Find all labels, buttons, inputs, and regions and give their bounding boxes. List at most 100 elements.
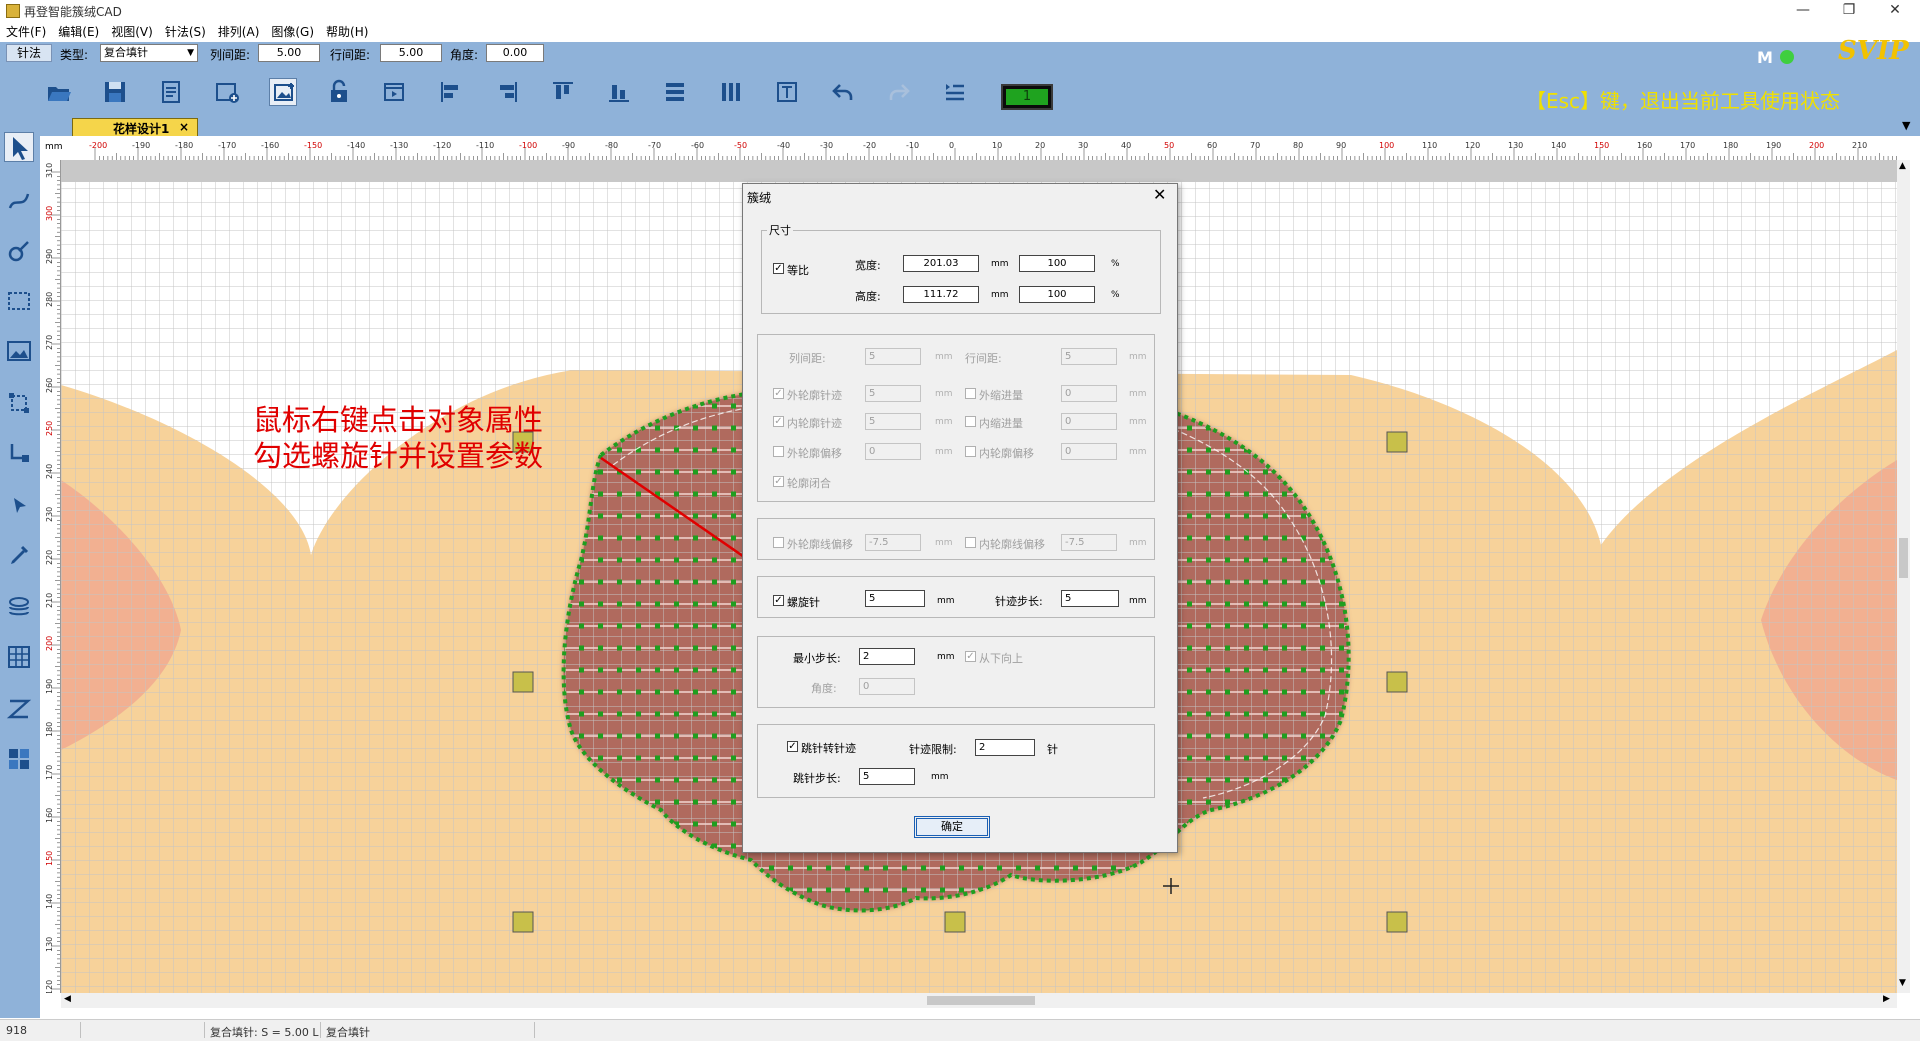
stitch-limit-unit: 针: [1047, 743, 1058, 756]
close-window-button[interactable]: ✕: [1872, 0, 1918, 22]
row-spacing-input[interactable]: 5.00: [380, 44, 442, 62]
ruler-label: 170: [1680, 141, 1695, 150]
new-window-icon[interactable]: [213, 78, 241, 106]
lock-icon[interactable]: [325, 78, 353, 106]
redo-icon[interactable]: [885, 78, 913, 106]
stitch-tab[interactable]: 针法: [6, 44, 52, 62]
vertical-scrollbar[interactable]: ▲ ▼: [1897, 160, 1910, 993]
document-icon[interactable]: [157, 78, 185, 106]
eyedropper-icon[interactable]: [4, 540, 34, 570]
jump-to-stitch-checkbox[interactable]: ✓: [787, 741, 798, 752]
width-input[interactable]: 201.03: [903, 255, 979, 272]
align-right-icon[interactable]: [493, 78, 521, 106]
minimize-button[interactable]: —: [1780, 0, 1826, 22]
angle-input[interactable]: 0.00: [486, 44, 544, 62]
transform-icon[interactable]: [4, 388, 34, 418]
window-title: 再登智能簇绒CAD: [24, 5, 122, 19]
horizontal-scrollbar[interactable]: ◀ ▶: [61, 993, 1897, 1008]
spiral-stitch-input[interactable]: 5: [865, 590, 925, 607]
ruler-label: -100: [519, 141, 537, 150]
stitch-step-input[interactable]: 5: [1061, 590, 1119, 607]
undo-icon[interactable]: [829, 78, 857, 106]
height-unit: mm: [991, 290, 1009, 300]
height-percent-input[interactable]: 100: [1019, 286, 1095, 303]
ruler-label: 180: [45, 722, 54, 737]
scroll-left-icon[interactable]: ◀: [64, 994, 71, 1004]
scroll-up-icon[interactable]: ▲: [1899, 161, 1906, 171]
restore-button[interactable]: ❐: [1826, 0, 1872, 22]
menu-image[interactable]: 图像(G): [265, 22, 320, 42]
stitch-type-select[interactable]: 复合填针 ▼: [100, 44, 198, 62]
blocks-icon[interactable]: [4, 744, 34, 774]
align-bottom-icon[interactable]: [605, 78, 633, 106]
align-top-icon[interactable]: [549, 78, 577, 106]
dialog-close-icon[interactable]: ✕: [1153, 185, 1166, 204]
curve-icon[interactable]: [4, 184, 34, 214]
annotation-line-2: 勾选螺旋针并设置参数: [253, 439, 544, 473]
text-icon[interactable]: [773, 78, 801, 106]
status-coord: 918: [6, 1024, 27, 1037]
video-icon[interactable]: [381, 78, 409, 106]
ruler-label: 210: [1852, 141, 1867, 150]
ruler-label: 180: [1723, 141, 1738, 150]
node-edit-icon[interactable]: [4, 236, 34, 266]
menu-view[interactable]: 视图(V): [105, 22, 159, 42]
tab-dropdown-icon[interactable]: ▼: [1902, 119, 1910, 132]
selection-handle[interactable]: [944, 911, 966, 933]
list-settings-icon[interactable]: [941, 78, 969, 106]
select-arrow-icon[interactable]: [4, 132, 34, 162]
ok-button[interactable]: 确定: [914, 816, 990, 838]
inner-line-offset-label: 内轮廓线偏移: [979, 538, 1045, 551]
menu-help[interactable]: 帮助(H): [320, 22, 374, 42]
tab-pattern-design[interactable]: 花样设计1 ×: [72, 118, 198, 136]
inner-contour-checkbox: ✓: [773, 416, 784, 427]
vertical-scroll-thumb[interactable]: [1899, 538, 1908, 578]
width-percent-input[interactable]: 100: [1019, 255, 1095, 272]
inner-line-offset-checkbox: [965, 537, 976, 548]
inner-shrink-label: 内缩进量: [979, 417, 1023, 430]
pointer-icon[interactable]: [4, 490, 34, 520]
selection-handle[interactable]: [512, 911, 534, 933]
close-tab-icon[interactable]: ×: [179, 120, 189, 134]
ruler-label: 40: [1121, 141, 1131, 150]
selection-handle[interactable]: [1386, 431, 1408, 453]
marquee-select-icon[interactable]: [4, 286, 34, 316]
col-spacing-label: 列间距:: [789, 352, 826, 365]
ruler-label: 60: [1207, 141, 1217, 150]
annotation-line-1: 鼠标右键点击对象属性: [253, 403, 544, 437]
connector-icon[interactable]: [4, 438, 34, 468]
menu-edit[interactable]: 编辑(E): [52, 22, 105, 42]
layers-icon[interactable]: [4, 592, 34, 622]
save-icon[interactable]: [101, 78, 129, 106]
horizontal-scroll-thumb[interactable]: [927, 996, 1035, 1005]
image-import-icon[interactable]: [269, 78, 297, 106]
stitch-limit-input[interactable]: 2: [975, 739, 1035, 756]
inner-contour-input: 5: [865, 413, 921, 430]
open-folder-icon[interactable]: [45, 78, 73, 106]
selection-handle[interactable]: [512, 671, 534, 693]
proportional-checkbox[interactable]: ✓: [773, 263, 784, 274]
spiral-stitch-checkbox[interactable]: ✓: [773, 595, 784, 606]
grid-icon[interactable]: [4, 642, 34, 672]
stitch-limit-label: 针迹限制:: [909, 743, 957, 756]
min-step-input[interactable]: 2: [859, 648, 915, 665]
menu-arrange[interactable]: 排列(A): [212, 22, 266, 42]
contour-closed-checkbox: ✓: [773, 476, 784, 487]
inner-offset-label: 内轮廓偏移: [979, 447, 1034, 460]
row-spacing-input: 5: [1061, 348, 1117, 365]
zigzag-stitch-icon[interactable]: [4, 694, 34, 724]
horizontal-ruler: -200 -190 -180 -170 -160 -150 -140 -130 -120 -110…: [43, 138, 1910, 161]
scroll-down-icon[interactable]: ▼: [1899, 978, 1906, 988]
jump-step-input[interactable]: 5: [859, 768, 915, 785]
selection-handle[interactable]: [1386, 671, 1408, 693]
image-icon[interactable]: [4, 336, 34, 366]
distribute-horizontal-icon[interactable]: [717, 78, 745, 106]
distribute-vertical-icon[interactable]: [661, 78, 689, 106]
scroll-right-icon[interactable]: ▶: [1883, 994, 1890, 1004]
col-spacing-input[interactable]: 5.00: [258, 44, 320, 62]
selection-handle[interactable]: [1386, 911, 1408, 933]
height-input[interactable]: 111.72: [903, 286, 979, 303]
menu-file[interactable]: 文件(F): [0, 22, 52, 42]
menu-stitch[interactable]: 针法(S): [159, 22, 212, 42]
align-left-icon[interactable]: [437, 78, 465, 106]
